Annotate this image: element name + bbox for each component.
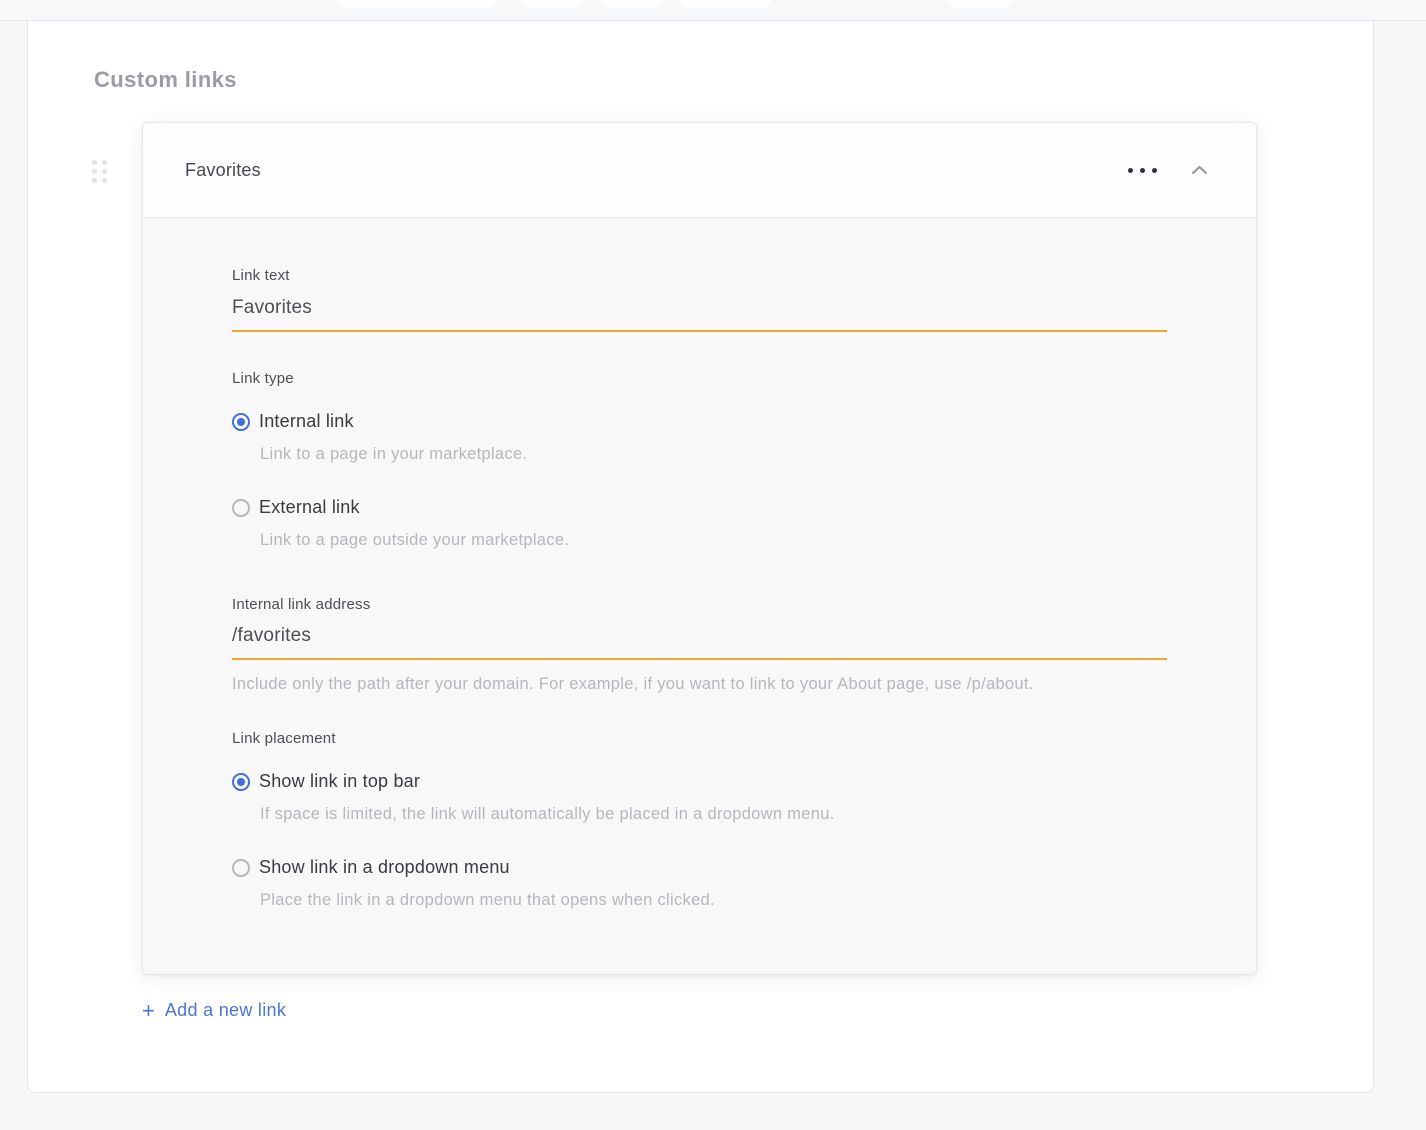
radio-button[interactable] (232, 413, 250, 431)
radio-description: Link to a page in your marketplace. (260, 445, 1167, 464)
drag-handle-icon[interactable] (92, 160, 107, 183)
cutoff-tab (337, 0, 497, 8)
page-title: Custom links (94, 67, 237, 93)
cutoff-tab (948, 0, 1012, 8)
custom-link-card: Favorites Link text Link type Internal l… (142, 122, 1257, 975)
cutoff-tab (679, 0, 771, 8)
add-link-label: Add a new link (165, 1000, 286, 1021)
plus-icon: + (142, 1001, 155, 1021)
radio-description: Place the link in a dropdown menu that o… (260, 891, 1167, 910)
radio-description: If space is limited, the link will autom… (260, 805, 1167, 824)
link-placement-label: Link placement (232, 730, 1167, 747)
cutoff-tab (601, 0, 661, 8)
ellipsis-icon[interactable] (1126, 162, 1159, 179)
radio-description: Link to a page outside your marketplace. (260, 531, 1167, 550)
radio-button[interactable] (232, 859, 250, 877)
radio-label: Internal link (259, 411, 354, 432)
radio-external-link[interactable]: External link (232, 497, 1167, 518)
radio-label: Show link in top bar (259, 771, 420, 792)
cutoff-tab (520, 0, 584, 8)
chevron-up-icon[interactable] (1187, 161, 1212, 179)
radio-internal-link[interactable]: Internal link (232, 411, 1167, 432)
internal-link-address-label: Internal link address (232, 596, 1167, 613)
link-text-input[interactable] (232, 291, 1167, 332)
link-type-label: Link type (232, 370, 1167, 387)
card-title: Favorites (185, 160, 261, 181)
radio-button[interactable] (232, 773, 250, 791)
card-body: Link text Link type Internal link Link t… (143, 218, 1256, 910)
card-header: Favorites (143, 123, 1256, 218)
link-text-label: Link text (232, 267, 290, 284)
content-panel: Custom links Favorites Link text Link ty… (27, 21, 1374, 1093)
radio-label: Show link in a dropdown menu (259, 857, 510, 878)
radio-label: External link (259, 497, 360, 518)
radio-show-dropdown[interactable]: Show link in a dropdown menu (232, 857, 1167, 878)
radio-button[interactable] (232, 499, 250, 517)
add-new-link-button[interactable]: + Add a new link (142, 1000, 286, 1021)
top-tab-strip (0, 0, 1426, 21)
address-help-text: Include only the path after your domain.… (232, 675, 1167, 694)
internal-link-address-input[interactable] (232, 619, 1167, 660)
radio-show-top-bar[interactable]: Show link in top bar (232, 771, 1167, 792)
